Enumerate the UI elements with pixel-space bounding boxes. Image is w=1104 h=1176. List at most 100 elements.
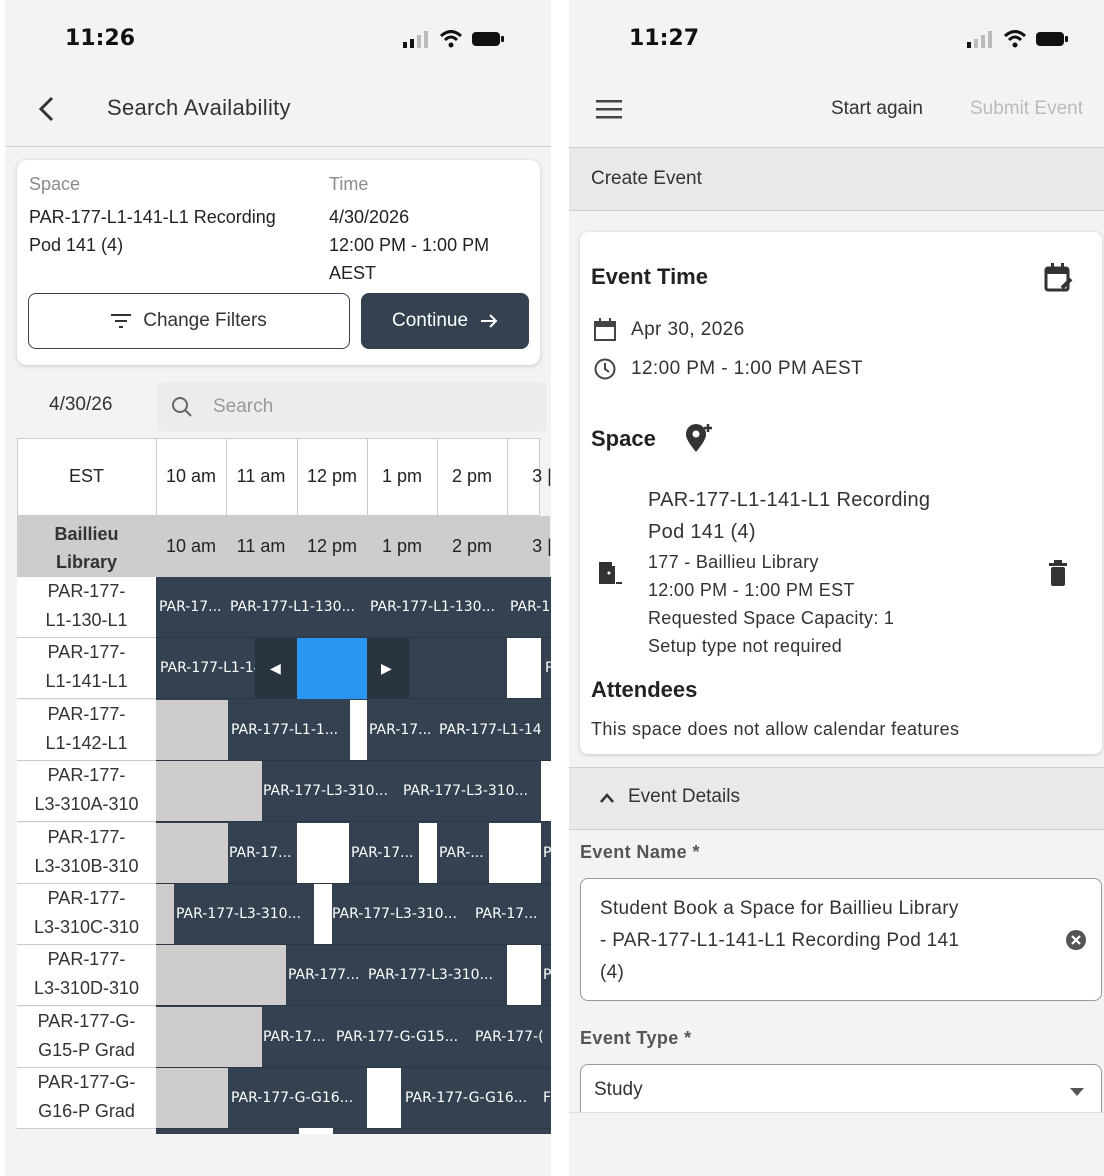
row-divider (156, 1005, 551, 1006)
caret-down-icon (1070, 1088, 1084, 1096)
event-name-field[interactable]: Student Book a Space for Baillieu Librar… (580, 878, 1102, 1001)
free-slot[interactable] (419, 823, 437, 884)
room-row-label[interactable]: PAR-177- L3-310D-310 (17, 945, 156, 1006)
booked-event[interactable]: PAR-177-L1-130... (230, 599, 355, 615)
booked-event[interactable]: PAR-1 (510, 599, 550, 615)
booked-event[interactable]: PAR-177-L1-130... (370, 599, 495, 615)
room-row-label[interactable]: PAR-177- L3-310C-310 (17, 884, 156, 945)
selected-slot[interactable] (297, 638, 367, 699)
column-divider (437, 438, 438, 516)
booked-event[interactable]: PAR-177-L3-310... (176, 906, 301, 922)
unavailable-cell (156, 945, 286, 1006)
door-icon (599, 562, 622, 584)
free-slot[interactable] (489, 823, 507, 884)
booked-event[interactable]: PAR-177-( (475, 1029, 544, 1045)
resize-left-handle[interactable]: ◀ (270, 660, 281, 677)
space-heading: Space (591, 426, 656, 451)
free-slot[interactable] (507, 945, 541, 1006)
free-slot[interactable] (297, 823, 349, 884)
back-arrow-icon[interactable] (37, 96, 57, 122)
event-range: 12:00 PM - 1:00 PM AEST (631, 358, 864, 379)
status-time: 11:26 (65, 26, 136, 51)
booked-event[interactable]: PAR-17... (263, 1029, 326, 1045)
room-row-label[interactable]: PAR-177- L3-310A-310 (17, 761, 156, 822)
booked-event[interactable]: PAR-17... (229, 845, 292, 861)
free-slot[interactable] (314, 884, 332, 945)
room-row-label[interactable]: PAR-177-G- G15-P Grad (17, 1007, 156, 1068)
bottom-bar (569, 1112, 1104, 1176)
time-date: 4/30/2026 (329, 207, 410, 227)
free-slot[interactable] (350, 700, 367, 761)
booked-event[interactable]: PAR-17... (159, 599, 222, 615)
create-event-bar: Create Event (569, 147, 1104, 211)
group-label: Baillieu Library (54, 524, 119, 572)
room-row-label[interactable]: PAR-177- L3-310B-310 (17, 823, 156, 884)
battery-icon (1036, 32, 1068, 46)
booked-event[interactable]: PAR-177-L1-14 (160, 660, 263, 676)
room-row-label[interactable]: PAR-177- L1-130-L1 (17, 577, 156, 638)
clear-icon[interactable] (1065, 929, 1087, 951)
filter-icon (111, 314, 132, 328)
event-details-toggle[interactable]: Event Details (569, 767, 1104, 830)
free-slot[interactable] (507, 638, 541, 699)
booked-event[interactable]: PAR-177-L1-141... (545, 660, 551, 676)
space-value-line2: Pod 141 (4) (29, 235, 124, 255)
booked-event[interactable]: P (543, 845, 551, 861)
booked-event[interactable]: PAR-177-G-G16... (231, 1090, 353, 1106)
hour-header: 3 | (532, 466, 551, 486)
status-time: 11:27 (629, 26, 700, 51)
free-slot[interactable] (507, 823, 541, 884)
group-hour: 12 pm (306, 536, 358, 556)
submit-event-button[interactable]: Submit Event (970, 98, 1083, 120)
unavailable-cell (156, 700, 228, 761)
menu-icon[interactable] (596, 99, 622, 119)
unavailable-cell (156, 823, 228, 884)
booked-event[interactable]: PAR-17... (351, 845, 414, 861)
delete-icon[interactable] (1048, 560, 1068, 586)
free-slot[interactable] (367, 1068, 401, 1129)
room-row-label[interactable]: PAR-177- L1-142-L1 (17, 700, 156, 761)
selected-date[interactable]: 4/30/26 (49, 394, 112, 416)
hour-header: 1 pm (381, 466, 423, 486)
add-location-icon[interactable] (684, 422, 714, 454)
booked-event[interactable]: PAR-177-L3-310... (368, 967, 493, 983)
start-again-button[interactable]: Start again (831, 98, 923, 120)
resize-right-handle[interactable]: ▶ (381, 660, 392, 677)
unavailable-cell (156, 1007, 262, 1068)
booked-event[interactable]: PAR-... (439, 845, 484, 861)
search-placeholder: Search (213, 396, 274, 417)
edit-calendar-icon[interactable] (1044, 262, 1074, 294)
event-summary-card: Event Time Apr 30, 2026 12:00 PM - 1:00 … (580, 232, 1102, 754)
change-filters-button[interactable]: Change Filters (28, 293, 350, 349)
column-divider (367, 438, 368, 516)
booked-event[interactable]: PAR-177-L3-310... (403, 783, 528, 799)
booked-event[interactable]: P (543, 967, 551, 983)
free-slot[interactable] (541, 761, 551, 822)
room-name-line2: L3-310B-310 (34, 856, 139, 876)
column-divider (226, 438, 227, 516)
room-name-line2: L3-310A-310 (34, 794, 139, 814)
timezone-label: EST (68, 466, 104, 486)
booked-event[interactable]: PAR-177-G-G15... (336, 1029, 458, 1045)
create-event-screen: 11:27 Start again Submit Event Create Ev… (569, 0, 1104, 1176)
booked-event[interactable]: PAR-177-L1-1... (231, 722, 338, 738)
continue-button[interactable]: Continue (361, 293, 529, 349)
search-input[interactable]: Search (157, 382, 547, 432)
room-row-label[interactable]: PAR-177- L1-141-L1 (17, 638, 156, 699)
booked-event[interactable]: PAR-177-G-G16... (405, 1090, 527, 1106)
room-row-label[interactable]: PAR-177-G- G16-P Grad (17, 1068, 156, 1129)
unavailable-cell (156, 761, 262, 822)
room-name-line1: PAR-177- (47, 642, 126, 662)
room-name-line1: PAR-177- (47, 827, 126, 847)
row-divider (156, 821, 551, 822)
booked-event[interactable]: PAR-177... (288, 967, 359, 983)
booked-event[interactable]: PAR-177-L3-310... (263, 783, 388, 799)
booked-event[interactable]: PAR-177-L3-310... (332, 906, 457, 922)
time-zone: AEST (329, 263, 377, 283)
status-icons (967, 30, 1069, 48)
group-hour: 2 pm (451, 536, 493, 556)
booked-event[interactable]: PAR-177-L1-14 (439, 722, 542, 738)
booked-event[interactable]: F (543, 1090, 551, 1106)
booked-event[interactable]: PAR-17... (369, 722, 432, 738)
booked-event[interactable]: PAR-17... (475, 906, 538, 922)
